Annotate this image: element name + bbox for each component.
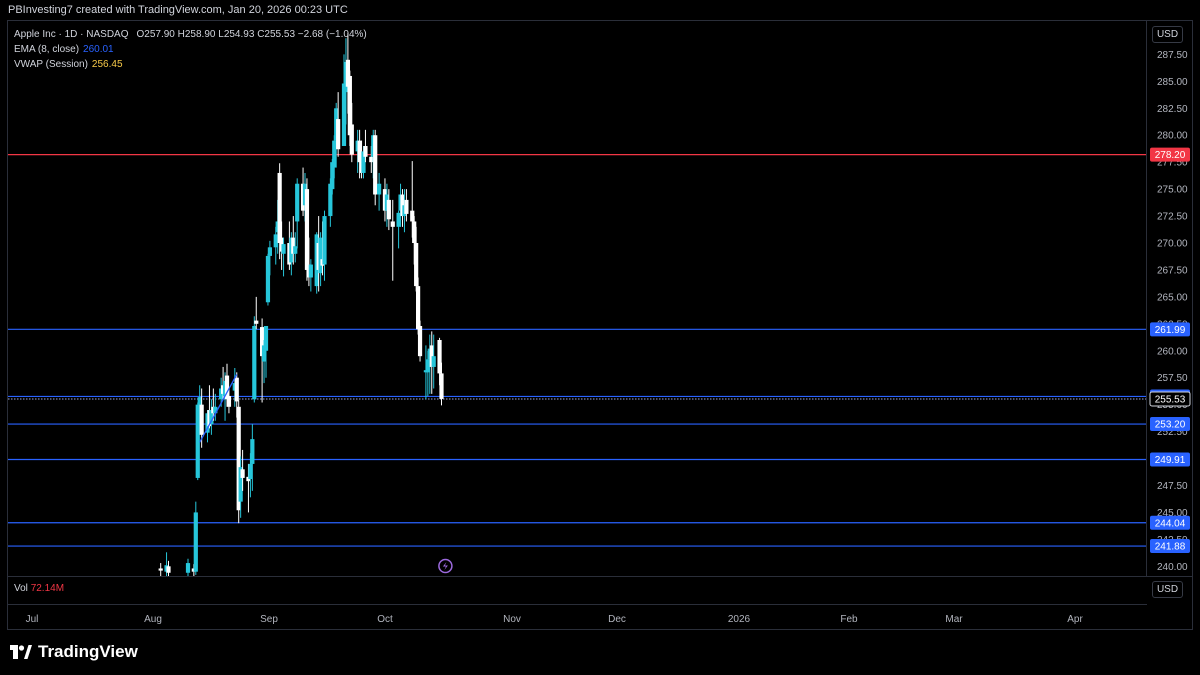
- candle-body: [281, 244, 286, 254]
- candle-body: [373, 135, 378, 195]
- candle-body: [185, 563, 191, 573]
- level-price-label: 253.20: [1155, 420, 1186, 431]
- candle-body: [377, 183, 382, 195]
- ema-value: 260.01: [83, 44, 114, 55]
- candle-body: [263, 325, 269, 351]
- y-tick-label: 267.50: [1157, 265, 1188, 276]
- symbol-label[interactable]: Apple Inc · 1D · NASDAQ: [14, 27, 128, 42]
- lightning-icon: [442, 562, 448, 570]
- x-tick-label: Apr: [1067, 614, 1083, 625]
- candle-body: [363, 146, 368, 157]
- low-value: 254.93: [223, 29, 255, 40]
- x-tick-label: Sep: [260, 614, 278, 625]
- y-tick-label: 272.50: [1157, 212, 1188, 223]
- x-tick-label: Nov: [503, 614, 521, 625]
- brand-name: TradingView: [38, 642, 138, 661]
- candle-body: [226, 396, 232, 407]
- last-price-label: 255.53: [1155, 394, 1186, 405]
- volume-legend[interactable]: Vol 72.14M: [14, 583, 64, 594]
- candle-body: [295, 183, 300, 222]
- trendline: [199, 374, 238, 443]
- y-tick-label: 285.00: [1157, 77, 1188, 88]
- ema-label: EMA (8, close): [14, 44, 80, 55]
- x-tick-label: Dec: [608, 614, 626, 625]
- high-label: H: [177, 29, 185, 40]
- y-tick-label: 240.00: [1157, 562, 1188, 573]
- high-value: 258.90: [184, 29, 216, 40]
- level-price-label: 244.04: [1155, 518, 1186, 529]
- candle-body: [322, 216, 327, 265]
- x-tick-label: Oct: [377, 614, 393, 625]
- volume-value: 72.14M: [30, 583, 65, 594]
- price-chart[interactable]: 240.00242.50245.00247.50250.00252.50255.…: [0, 0, 1200, 675]
- candle-body: [439, 373, 444, 399]
- candle-body: [193, 512, 198, 572]
- candle-body: [166, 566, 171, 573]
- candle-body: [240, 469, 245, 478]
- candle-body: [404, 199, 409, 214]
- y-tick-label: 282.50: [1157, 104, 1188, 115]
- level-price-label: 249.91: [1155, 455, 1186, 466]
- level-price-label: 241.88: [1155, 542, 1186, 553]
- candle-body: [349, 124, 354, 155]
- y-tick-label: 260.00: [1157, 346, 1188, 357]
- y-tick-label: 247.50: [1157, 481, 1188, 492]
- vwap-label: VWAP (Session): [14, 59, 88, 70]
- time-axis-divider: [7, 604, 1147, 605]
- candle-body: [234, 377, 239, 402]
- candle-body: [431, 356, 436, 367]
- chart-legend: Apple Inc · 1D · NASDAQ O257.90 H258.90 …: [14, 27, 367, 72]
- candle-body: [252, 325, 257, 400]
- ema-row[interactable]: EMA (8, close) 260.01: [14, 42, 367, 57]
- x-tick-label: 2026: [728, 614, 751, 625]
- close-value: 255.53: [264, 29, 296, 40]
- candle-body: [390, 221, 395, 227]
- x-tick-label: Mar: [945, 614, 963, 625]
- candle-body: [336, 119, 341, 150]
- y-tick-label: 280.00: [1157, 131, 1188, 142]
- x-tick-label: Jul: [26, 614, 39, 625]
- volume-pane-divider: [7, 576, 1193, 577]
- tradingview-logo-icon: [10, 645, 32, 659]
- y-tick-label: 257.50: [1157, 373, 1188, 384]
- level-price-label: 261.99: [1155, 325, 1186, 336]
- candle-body: [199, 404, 204, 435]
- vwap-row[interactable]: VWAP (Session) 256.45: [14, 57, 367, 72]
- vwap-value: 256.45: [91, 59, 123, 70]
- open-value: 257.90: [144, 29, 175, 40]
- change-value: −2.68 (−1.04%): [297, 29, 367, 40]
- y-tick-label: 265.00: [1157, 292, 1188, 303]
- candle-body: [417, 325, 423, 357]
- y-tick-label: 287.50: [1157, 50, 1188, 61]
- tradingview-logo[interactable]: TradingView: [10, 642, 138, 662]
- candle-body: [267, 247, 272, 256]
- candle-body: [158, 568, 163, 571]
- currency-button-bottom[interactable]: USD: [1152, 581, 1183, 598]
- x-tick-label: Aug: [144, 614, 162, 625]
- x-tick-label: Feb: [840, 614, 858, 625]
- candle-body: [254, 320, 259, 324]
- y-tick-label: 275.00: [1157, 185, 1188, 196]
- volume-label: Vol: [14, 583, 28, 594]
- y-tick-label: 270.00: [1157, 239, 1188, 250]
- candle-body: [250, 439, 255, 464]
- ohlc-row: Apple Inc · 1D · NASDAQ O257.90 H258.90 …: [14, 27, 367, 42]
- candle-body: [386, 199, 391, 220]
- candles-group: [158, 32, 444, 576]
- level-price-label: 278.20: [1155, 150, 1186, 161]
- price-axis-divider: [1146, 20, 1147, 576]
- currency-button-top[interactable]: USD: [1152, 26, 1183, 43]
- candle-body: [308, 264, 313, 278]
